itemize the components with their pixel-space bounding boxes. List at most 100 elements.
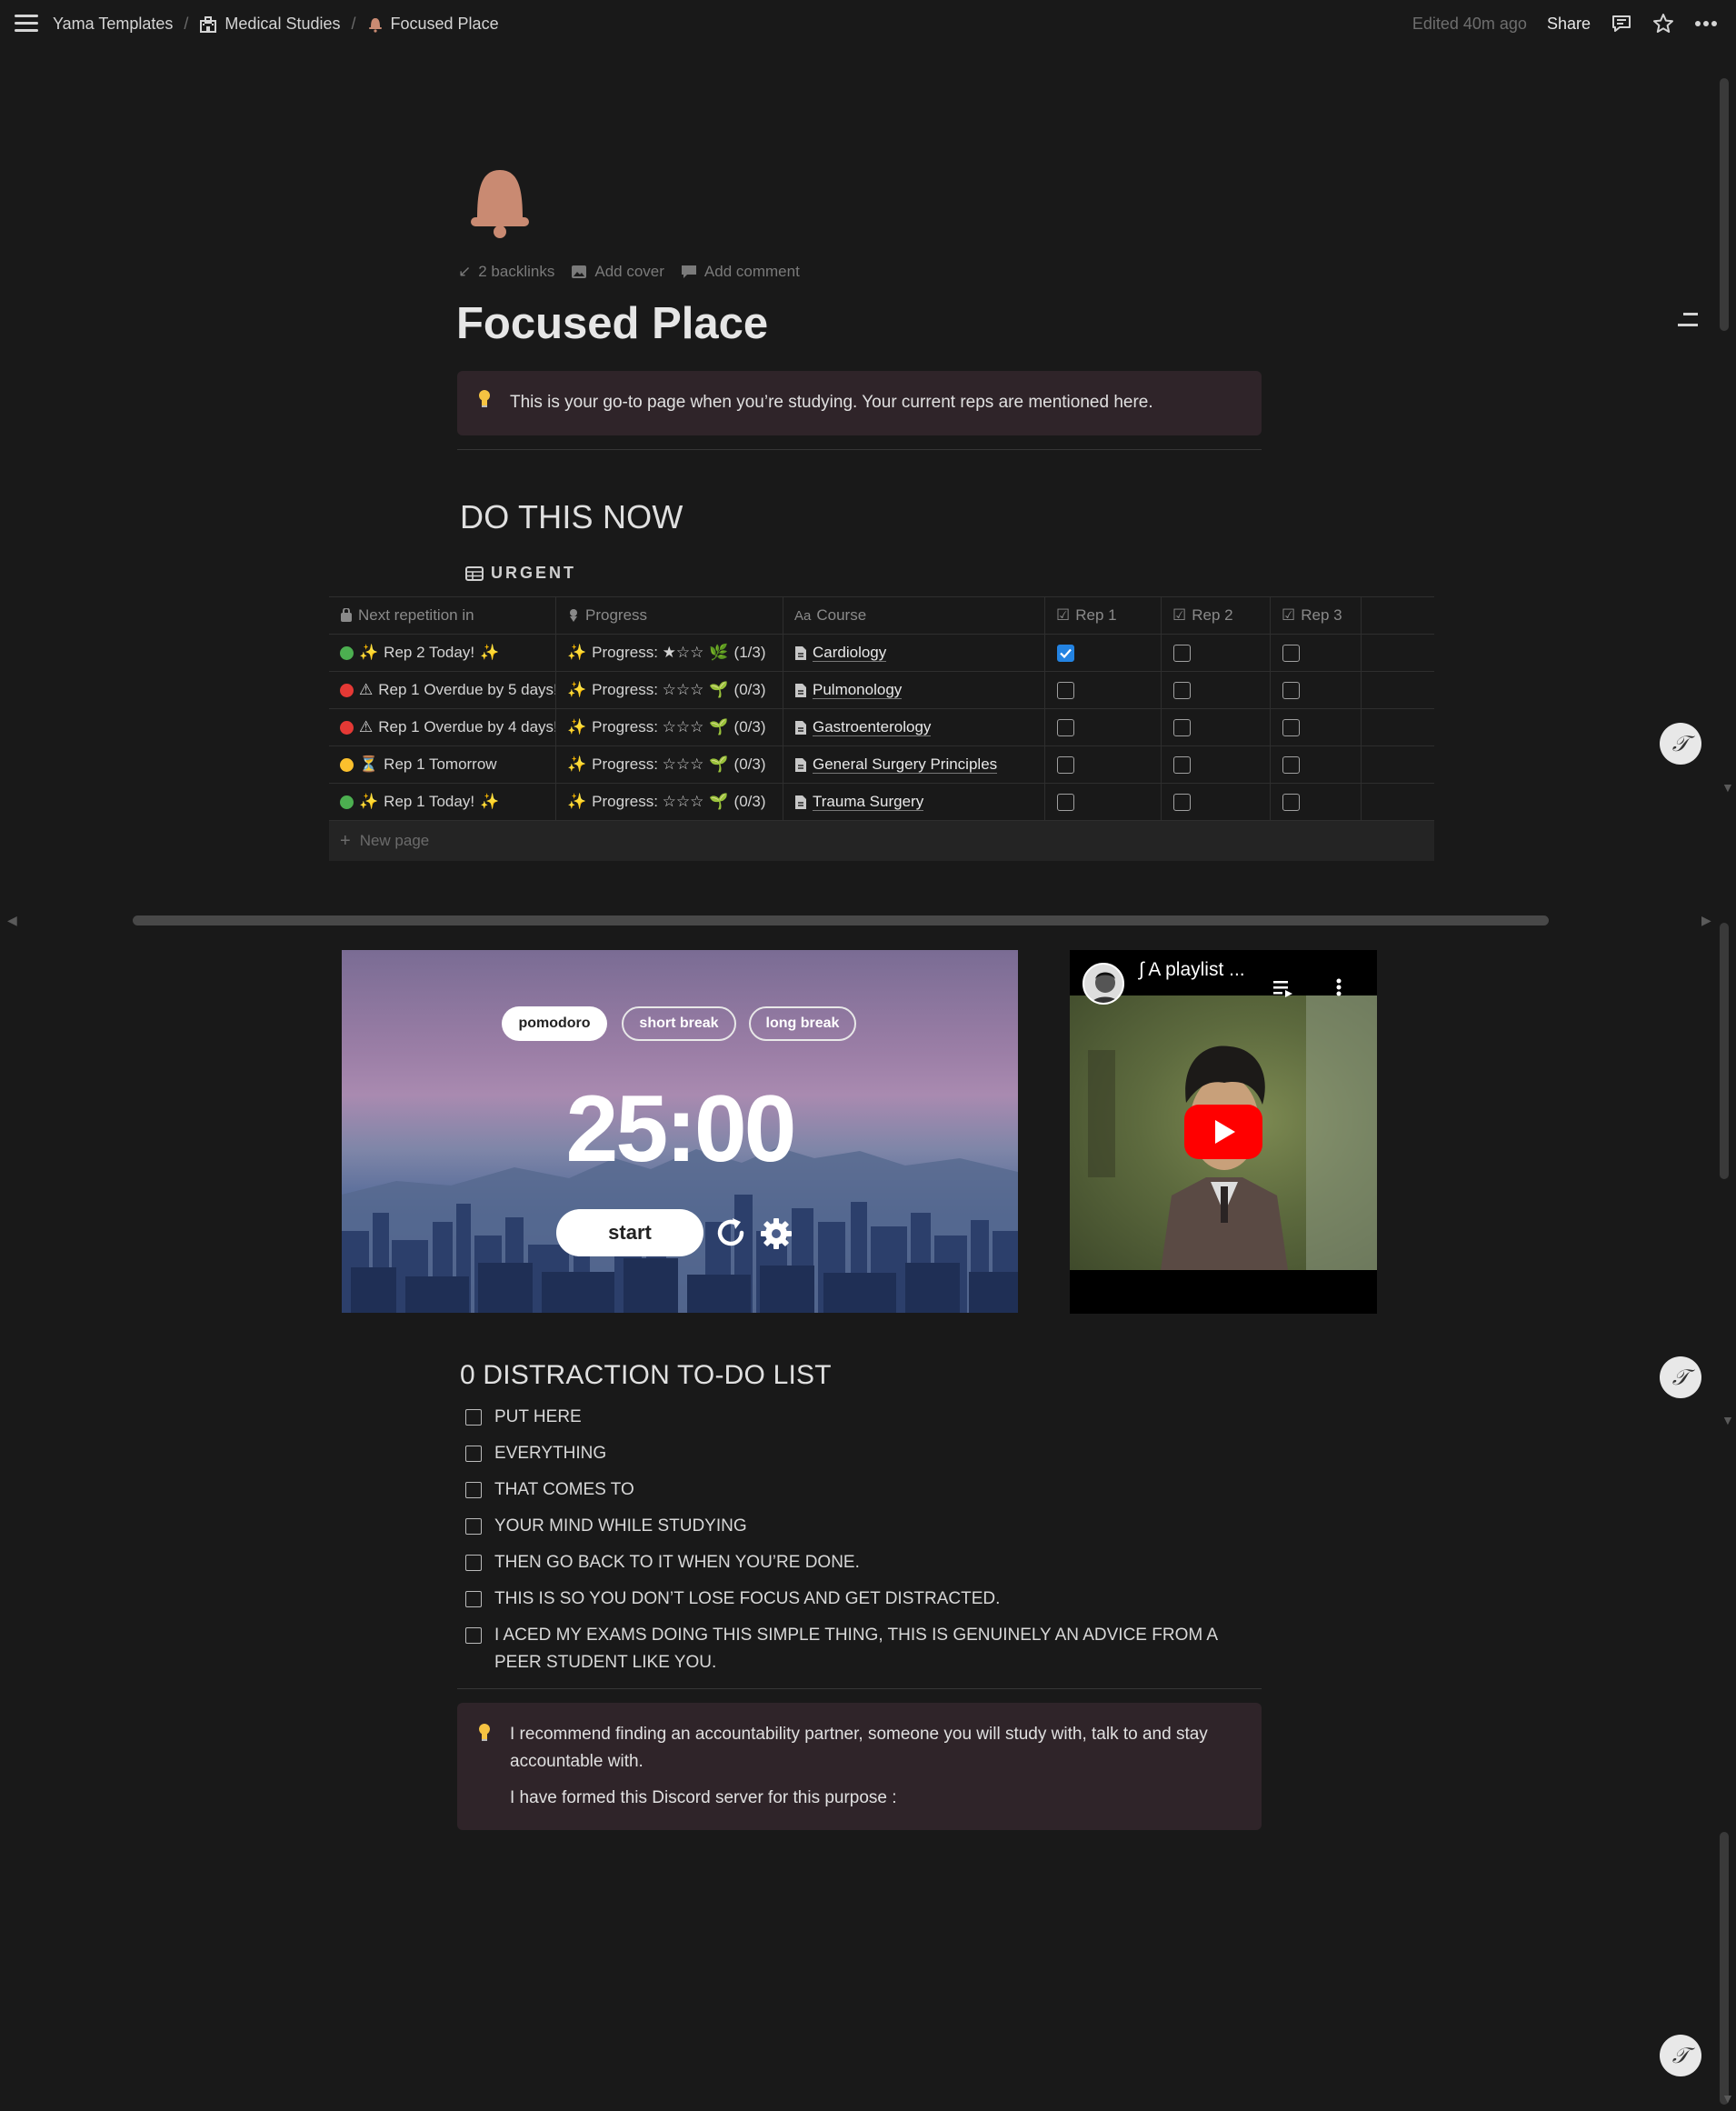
todo-checkbox[interactable] xyxy=(465,1482,482,1498)
todo-checkbox[interactable] xyxy=(465,1627,482,1644)
scrollbar-top[interactable] xyxy=(1720,78,1729,331)
scrollbar-middle[interactable] xyxy=(1720,923,1729,1179)
table-row[interactable]: ✨ Rep 1 Today! ✨ ✨ Progress: ☆☆☆ 🌱 (0/3)… xyxy=(329,784,1434,821)
rep2-checkbox[interactable] xyxy=(1173,793,1191,811)
more-icon[interactable] xyxy=(1694,20,1718,27)
todo-checkbox[interactable] xyxy=(465,1409,482,1426)
rep3-checkbox[interactable] xyxy=(1282,718,1300,736)
add-cover-button[interactable]: Add cover xyxy=(571,263,664,281)
channel-avatar[interactable] xyxy=(1083,963,1124,1005)
backlinks-link[interactable]: ↙ 2 backlinks xyxy=(458,263,554,281)
table-row[interactable]: ⚠ Rep 1 Overdue by 4 days! ✨ Progress: ☆… xyxy=(329,709,1434,746)
next-repetition-cell[interactable]: ✨ Rep 1 Today! ✨ xyxy=(329,784,556,820)
rep1-checkbox[interactable] xyxy=(1057,644,1074,662)
scroll-left-arrow-icon[interactable]: ◀ xyxy=(7,913,17,928)
column-header-rep3[interactable]: ☑ Rep 3 xyxy=(1271,597,1362,634)
assistant-button[interactable]: 𝒯 xyxy=(1660,2035,1701,2076)
comments-icon[interactable] xyxy=(1611,13,1632,35)
assistant-button[interactable]: 𝒯 xyxy=(1660,723,1701,765)
next-repetition-cell[interactable]: ⏳ Rep 1 Tomorrow xyxy=(329,746,556,783)
column-header-rep2[interactable]: ☑ Rep 2 xyxy=(1162,597,1271,634)
course-link[interactable]: Pulmonology xyxy=(813,681,903,699)
assistant-button[interactable]: 𝒯 xyxy=(1660,1356,1701,1398)
breadcrumb-medical-studies[interactable]: Medical Studies xyxy=(199,15,341,34)
column-header-rep1[interactable]: ☑ Rep 1 xyxy=(1045,597,1162,634)
todo-text[interactable]: THAT COMES TO xyxy=(494,1476,634,1504)
rep2-checkbox[interactable] xyxy=(1173,644,1191,662)
bell-icon[interactable] xyxy=(468,168,532,239)
todo-text[interactable]: PUT HERE xyxy=(494,1404,582,1431)
rep3-checkbox[interactable] xyxy=(1282,644,1300,662)
todo-text[interactable]: EVERYTHING xyxy=(494,1440,606,1467)
progress-cell[interactable]: ✨ Progress: ★☆☆ 🌿 (1/3) xyxy=(556,635,783,671)
new-page-button[interactable]: + New page xyxy=(329,821,1434,861)
add-comment-button[interactable]: Add comment xyxy=(681,263,800,281)
breadcrumb-focused-place[interactable]: Focused Place xyxy=(367,15,499,34)
next-repetition-cell[interactable]: ⚠ Rep 1 Overdue by 5 days! xyxy=(329,672,556,708)
course-cell[interactable]: Cardiology xyxy=(783,635,1045,671)
menu-icon[interactable] xyxy=(15,15,38,35)
breadcrumb-yama-templates[interactable]: Yama Templates xyxy=(53,15,173,34)
next-repetition-cell[interactable]: ⚠ Rep 1 Overdue by 4 days! xyxy=(329,709,556,745)
reset-icon[interactable] xyxy=(713,1215,749,1251)
database-title[interactable]: URGENT xyxy=(465,564,576,583)
video-title[interactable]: ∫ A playlist ... xyxy=(1139,959,1245,981)
rep2-checkbox[interactable] xyxy=(1173,755,1191,774)
rep3-checkbox[interactable] xyxy=(1282,681,1300,699)
column-header-next-repetition[interactable]: Next repetition in xyxy=(329,597,556,634)
progress-cell[interactable]: ✨ Progress: ☆☆☆ 🌱 (0/3) xyxy=(556,672,783,708)
progress-cell[interactable]: ✨ Progress: ☆☆☆ 🌱 (0/3) xyxy=(556,746,783,783)
rep3-checkbox[interactable] xyxy=(1282,793,1300,811)
scroll-right-arrow-icon[interactable]: ▶ xyxy=(1701,913,1711,928)
todo-text[interactable]: YOUR MIND WHILE STUDYING xyxy=(494,1513,747,1540)
todo-text[interactable]: I ACED MY EXAMS DOING THIS SIMPLE THING,… xyxy=(494,1622,1256,1676)
tab-long-break[interactable]: long break xyxy=(749,1006,856,1041)
course-link[interactable]: Gastroenterology xyxy=(813,718,932,736)
column-header-course[interactable]: Aa Course xyxy=(783,597,1045,634)
table-row[interactable]: ⚠ Rep 1 Overdue by 5 days! ✨ Progress: ☆… xyxy=(329,672,1434,709)
horizontal-scrollbar[interactable] xyxy=(133,915,1549,925)
rep3-checkbox[interactable] xyxy=(1282,755,1300,774)
scroll-down-arrow-icon[interactable]: ▼ xyxy=(1721,1413,1734,1427)
todo-checkbox[interactable] xyxy=(465,1446,482,1462)
rep1-checkbox[interactable] xyxy=(1057,793,1074,811)
table-row[interactable]: ✨ Rep 2 Today! ✨ ✨ Progress: ★☆☆ 🌿 (1/3)… xyxy=(329,635,1434,672)
scrollbar-bottom[interactable] xyxy=(1720,1832,1729,2105)
next-repetition-cell[interactable]: ✨ Rep 2 Today! ✨ xyxy=(329,635,556,671)
table-row[interactable]: ⏳ Rep 1 Tomorrow ✨ Progress: ☆☆☆ 🌱 (0/3)… xyxy=(329,746,1434,784)
course-link[interactable]: Cardiology xyxy=(813,644,887,662)
share-button[interactable]: Share xyxy=(1547,15,1591,34)
course-link[interactable]: Trauma Surgery xyxy=(813,793,924,811)
video-more-icon[interactable] xyxy=(1335,977,1342,997)
course-link[interactable]: General Surgery Principles xyxy=(813,755,998,774)
course-cell[interactable]: Gastroenterology xyxy=(783,709,1045,745)
course-cell[interactable]: Trauma Surgery xyxy=(783,784,1045,820)
todo-checkbox[interactable] xyxy=(465,1518,482,1535)
progress-cell[interactable]: ✨ Progress: ☆☆☆ 🌱 (0/3) xyxy=(556,784,783,820)
todo-text[interactable]: THIS IS SO YOU DON’T LOSE FOCUS AND GET … xyxy=(494,1586,1000,1613)
rep2-checkbox[interactable] xyxy=(1173,718,1191,736)
start-button[interactable]: start xyxy=(556,1209,703,1256)
todo-checkbox[interactable] xyxy=(465,1555,482,1571)
course-cell[interactable]: General Surgery Principles xyxy=(783,746,1045,783)
tab-pomodoro[interactable]: pomodoro xyxy=(502,1006,607,1041)
settings-gear-icon[interactable] xyxy=(758,1216,794,1252)
star-icon[interactable] xyxy=(1652,13,1674,35)
todo-text[interactable]: THEN GO BACK TO IT WHEN YOU’RE DONE. xyxy=(494,1549,860,1576)
youtube-play-icon[interactable] xyxy=(1184,1105,1262,1159)
youtube-embed[interactable]: ∫ A playlist ... xyxy=(1070,950,1377,1314)
rep2-checkbox[interactable] xyxy=(1173,681,1191,699)
course-cell[interactable]: Pulmonology xyxy=(783,672,1045,708)
progress-cell[interactable]: ✨ Progress: ☆☆☆ 🌱 (0/3) xyxy=(556,709,783,745)
scroll-down-arrow-icon[interactable]: ▼ xyxy=(1721,780,1734,795)
rep1-checkbox[interactable] xyxy=(1057,681,1074,699)
rep1-checkbox[interactable] xyxy=(1057,718,1074,736)
rep1-checkbox[interactable] xyxy=(1057,755,1074,774)
playlist-icon[interactable] xyxy=(1273,979,1293,997)
tab-short-break[interactable]: short break xyxy=(622,1006,736,1041)
todo-checkbox[interactable] xyxy=(465,1591,482,1607)
page-title[interactable]: Focused Place xyxy=(456,298,768,349)
column-header-progress[interactable]: Progress xyxy=(556,597,783,634)
table-of-contents-icon[interactable] xyxy=(1678,313,1698,326)
scroll-down-arrow-icon[interactable]: ▼ xyxy=(1721,2091,1734,2106)
